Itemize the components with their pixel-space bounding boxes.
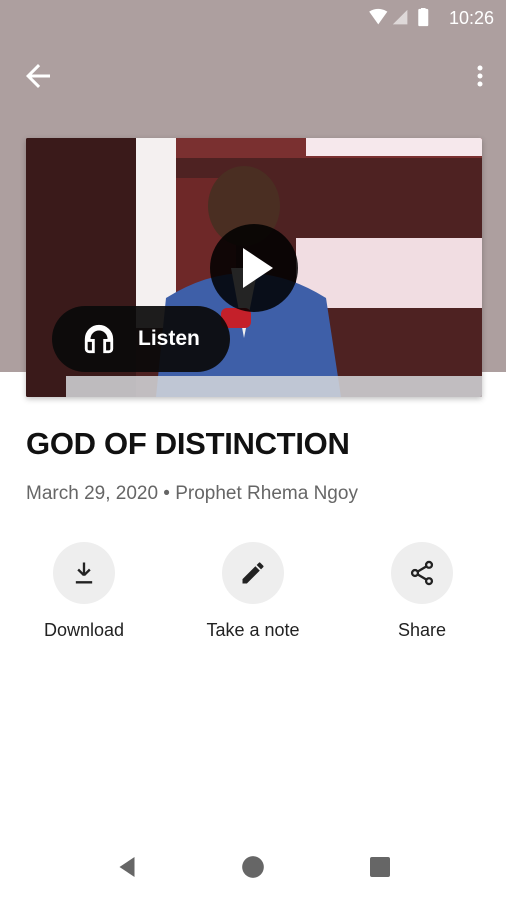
share-circle [391, 542, 453, 604]
video-thumbnail[interactable]: Listen [26, 138, 482, 397]
nav-back-icon[interactable] [112, 852, 142, 882]
play-button[interactable] [210, 224, 298, 312]
download-circle [53, 542, 115, 604]
sermon-meta: March 29, 2020 • Prophet Rhema Ngoy [26, 483, 358, 504]
take-note-button[interactable]: Take a note [178, 542, 328, 641]
battery-icon [418, 8, 429, 27]
wifi-icon [369, 8, 388, 25]
arrow-back-icon [26, 64, 50, 88]
share-label: Share [397, 620, 447, 640]
status-bar: 10:26 [0, 0, 506, 36]
download-icon [75, 562, 93, 584]
sermon-title: GOD OF DISTINCTION [26, 426, 350, 461]
nav-recents-icon[interactable] [368, 855, 392, 879]
nav-home-icon[interactable] [240, 854, 266, 880]
listen-button[interactable]: Listen [52, 306, 230, 372]
download-label: Download [43, 620, 125, 640]
headphones-icon [84, 324, 114, 354]
app-bar [0, 44, 506, 104]
download-button[interactable]: Download [9, 542, 159, 641]
status-time: 10:26 [448, 8, 494, 28]
share-button[interactable]: Share [347, 542, 497, 641]
listen-label: Listen [138, 327, 200, 350]
status-icons [369, 8, 429, 27]
play-icon [243, 248, 273, 288]
system-navigation-bar [0, 830, 506, 900]
take-note-circle [222, 542, 284, 604]
back-button[interactable] [20, 58, 56, 94]
share-icon [410, 560, 434, 586]
pencil-icon [242, 562, 264, 584]
more-vert-icon [477, 65, 483, 87]
more-options-button[interactable] [468, 58, 492, 94]
take-note-label: Take a note [206, 620, 300, 640]
signal-icon [392, 9, 408, 25]
